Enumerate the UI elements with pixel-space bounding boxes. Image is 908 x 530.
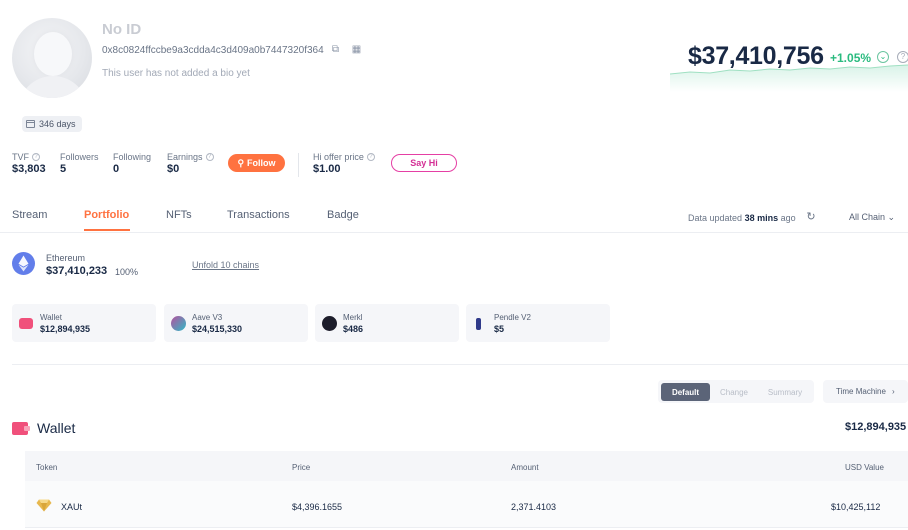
- profile-name: No ID: [102, 21, 142, 38]
- protocol-value: $24,515,330: [192, 324, 243, 334]
- following-label-text: Following: [113, 152, 152, 162]
- protocol-value: $486: [343, 324, 364, 334]
- wallet-table-header: Token Price Amount USD Value: [25, 451, 908, 481]
- avatar-head-shape: [34, 32, 72, 76]
- tab-stream[interactable]: Stream: [12, 209, 47, 221]
- protocol-card-pendle[interactable]: Pendle V2 $5: [466, 304, 610, 342]
- say-hi-button[interactable]: Say Hi: [391, 154, 457, 172]
- aave-icon: [171, 316, 186, 331]
- profile-bio: This user has not added a bio yet: [102, 68, 250, 79]
- protocol-name: Merkl: [343, 313, 363, 322]
- view-mode-toggle: Default Change Summary: [658, 380, 814, 403]
- tabs-divider: [0, 232, 908, 233]
- wallet-icon: [19, 318, 33, 329]
- avatar: [12, 18, 92, 98]
- ethereum-icon: [12, 252, 35, 275]
- data-updated-prefix: Data updated: [688, 213, 743, 223]
- following-label[interactable]: Following: [113, 152, 151, 162]
- token-name[interactable]: XAUt: [61, 502, 82, 512]
- follow-button-label: Follow: [247, 158, 276, 168]
- data-updated-suffix: ago: [780, 213, 796, 223]
- protocol-value: $5: [494, 324, 505, 334]
- column-header-amount: Amount: [511, 463, 539, 472]
- tab-nfts[interactable]: NFTs: [166, 209, 192, 221]
- tab-portfolio[interactable]: Portfolio: [84, 209, 129, 221]
- hi-offer-label: Hi offer price ?: [313, 152, 375, 162]
- data-updated-text: Data updated 38 mins ago: [688, 213, 796, 223]
- chevron-right-icon: ›: [891, 387, 895, 396]
- wallet-address: 0x8c0824ffccbe9a3cdda4c3d409a0b7447320f3…: [102, 45, 324, 56]
- wallet-section-total: $12,894,935: [845, 421, 907, 433]
- qr-code-icon[interactable]: ▦: [351, 44, 362, 55]
- protocol-name: Wallet: [40, 313, 62, 322]
- column-header-token: Token: [36, 463, 58, 472]
- help-icon[interactable]: ?: [897, 51, 908, 63]
- chain-value: $37,410,233: [46, 265, 108, 277]
- protocol-card-merkl[interactable]: Merkl $486: [315, 304, 459, 342]
- hi-offer-label-text: Hi offer price: [313, 152, 364, 162]
- net-worth-change: +1.05%: [830, 51, 872, 65]
- view-default-button[interactable]: Default: [661, 383, 710, 401]
- followers-label-text: Followers: [60, 152, 99, 162]
- chain-filter-label: All Chain: [849, 212, 886, 222]
- protocol-card-aave[interactable]: Aave V3 $24,515,330: [164, 304, 308, 342]
- section-divider: [12, 364, 908, 365]
- user-icon: ⚲: [237, 157, 245, 168]
- tab-badge[interactable]: Badge: [327, 209, 359, 221]
- token-usd-value: $10,425,112: [831, 502, 881, 512]
- chevron-down-icon[interactable]: ⌄: [877, 51, 889, 63]
- wallet-icon: [12, 422, 30, 435]
- xaut-token-icon: [36, 499, 52, 512]
- account-age-text: 346 days: [39, 119, 76, 129]
- copy-icon[interactable]: ⧉: [330, 44, 341, 55]
- unfold-chains-link[interactable]: Unfold 10 chains: [192, 260, 259, 270]
- chevron-down-icon: ⌄: [887, 212, 896, 222]
- protocol-name: Aave V3: [192, 313, 223, 322]
- earnings-help-icon[interactable]: ?: [205, 153, 214, 161]
- earnings-value: $0: [167, 163, 180, 175]
- chain-percent: 100%: [115, 267, 139, 277]
- avatar-body-shape: [18, 76, 88, 98]
- calendar-icon: [26, 120, 35, 128]
- token-amount: 2,371.4103: [511, 502, 557, 512]
- protocol-card-wallet[interactable]: Wallet $12,894,935: [12, 304, 156, 342]
- net-worth-value: $37,410,756: [688, 42, 824, 70]
- chain-name: Ethereum: [46, 253, 86, 263]
- earnings-label-text: Earnings: [167, 152, 203, 162]
- hi-offer-value: $1.00: [313, 163, 341, 175]
- tvf-label-text: TVF: [12, 152, 29, 162]
- merkl-icon: [322, 316, 337, 331]
- time-machine-button[interactable]: Time Machine ›: [823, 380, 908, 403]
- hi-offer-help-icon[interactable]: ?: [366, 153, 375, 161]
- view-summary-button[interactable]: Summary: [760, 383, 810, 401]
- stats-divider: [298, 153, 299, 177]
- tvf-label: TVF ?: [12, 152, 40, 162]
- tvf-value: $3,803: [12, 163, 46, 175]
- column-header-price: Price: [292, 463, 311, 472]
- followers-value[interactable]: 5: [60, 163, 66, 175]
- account-age-badge: 346 days: [22, 116, 82, 132]
- time-machine-label: Time Machine: [836, 387, 886, 396]
- view-change-button[interactable]: Change: [712, 383, 756, 401]
- active-tab-indicator: [84, 229, 130, 231]
- followers-label[interactable]: Followers: [60, 152, 99, 162]
- protocol-name: Pendle V2: [494, 313, 531, 322]
- data-updated-time: 38 mins: [744, 213, 779, 223]
- token-price: $4,396.1655: [292, 502, 343, 512]
- protocol-value: $12,894,935: [40, 324, 91, 334]
- column-header-usd-value: USD Value: [845, 463, 884, 472]
- chain-filter-dropdown[interactable]: All Chain ⌄: [849, 212, 895, 223]
- pendle-icon: [476, 318, 481, 330]
- tvf-help-icon[interactable]: ?: [32, 153, 40, 161]
- refresh-icon[interactable]: ↻: [805, 211, 817, 223]
- tab-transactions[interactable]: Transactions: [227, 209, 290, 221]
- follow-button[interactable]: ⚲ Follow: [228, 154, 285, 172]
- following-value[interactable]: 0: [113, 163, 119, 175]
- wallet-section-title: Wallet: [37, 420, 76, 436]
- earnings-label: Earnings ?: [167, 152, 214, 162]
- table-row[interactable]: XAUt $4,396.1655 2,371.4103 $10,425,112: [25, 481, 908, 528]
